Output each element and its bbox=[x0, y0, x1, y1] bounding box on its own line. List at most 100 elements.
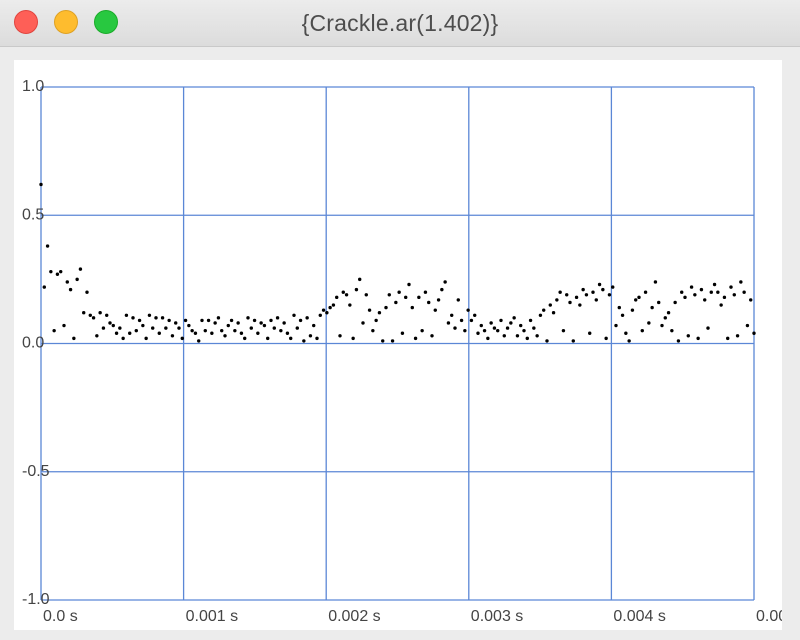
window-title: {Crackle.ar(1.402)} bbox=[301, 10, 499, 36]
data-point bbox=[420, 328, 424, 333]
data-point bbox=[430, 334, 434, 338]
data-point bbox=[213, 321, 217, 325]
data-point bbox=[374, 318, 378, 323]
data-point bbox=[177, 326, 181, 330]
data-point bbox=[482, 328, 487, 333]
data-point bbox=[62, 323, 66, 328]
data-point bbox=[693, 293, 697, 297]
data-point bbox=[492, 326, 497, 330]
data-point bbox=[220, 328, 224, 333]
data-point bbox=[459, 318, 464, 323]
data-point bbox=[739, 280, 743, 284]
data-point bbox=[170, 334, 175, 338]
data-point bbox=[305, 316, 309, 320]
data-point bbox=[259, 321, 263, 325]
data-point bbox=[676, 339, 681, 343]
data-point bbox=[443, 280, 447, 284]
data-point bbox=[410, 305, 414, 310]
data-point bbox=[699, 287, 704, 292]
data-point bbox=[210, 331, 214, 335]
data-point bbox=[157, 331, 161, 335]
data-point bbox=[604, 336, 608, 341]
data-point bbox=[594, 298, 598, 302]
data-point bbox=[45, 244, 50, 248]
data-point bbox=[272, 326, 276, 330]
data-point bbox=[407, 282, 411, 287]
data-point bbox=[400, 331, 405, 335]
data-point bbox=[361, 321, 365, 325]
data-point bbox=[703, 298, 707, 302]
data-point bbox=[144, 336, 148, 341]
data-point bbox=[262, 323, 267, 328]
data-point bbox=[367, 308, 372, 312]
data-point bbox=[683, 295, 687, 300]
data-point bbox=[82, 311, 86, 315]
data-point bbox=[522, 328, 526, 333]
data-point bbox=[292, 313, 296, 317]
data-point bbox=[59, 269, 63, 274]
data-point bbox=[742, 290, 746, 294]
data-point bbox=[745, 323, 750, 328]
data-point bbox=[614, 323, 618, 328]
data-point bbox=[680, 290, 684, 294]
data-point bbox=[78, 267, 83, 271]
data-point bbox=[354, 287, 359, 292]
data-point bbox=[279, 328, 283, 333]
data-point bbox=[344, 293, 349, 297]
data-point bbox=[88, 313, 92, 317]
data-point bbox=[440, 287, 444, 292]
data-point bbox=[187, 323, 191, 328]
crackle-plot: 1.0 0.5 0.0 -0.5 -1.00.0 s 0.001 s 0.002 s 0.00… bbox=[22, 78, 782, 625]
data-point bbox=[456, 298, 460, 302]
data-point bbox=[111, 323, 115, 328]
data-point bbox=[394, 300, 398, 305]
data-point bbox=[673, 300, 677, 305]
data-point bbox=[128, 331, 132, 335]
data-point bbox=[206, 318, 211, 323]
data-point bbox=[200, 318, 204, 323]
data-point bbox=[716, 290, 720, 294]
data-point bbox=[377, 311, 382, 315]
data-point bbox=[581, 287, 585, 292]
data-point bbox=[183, 318, 188, 323]
data-point bbox=[39, 182, 43, 187]
data-point bbox=[634, 298, 638, 302]
data-point bbox=[289, 336, 293, 341]
data-point bbox=[249, 326, 253, 330]
data-point bbox=[164, 326, 168, 330]
data-point bbox=[545, 339, 549, 343]
data-point bbox=[502, 334, 506, 338]
data-point bbox=[453, 326, 457, 330]
titlebar[interactable]: {Crackle.ar(1.402)} bbox=[0, 0, 800, 47]
data-point bbox=[706, 326, 710, 330]
data-point bbox=[466, 308, 470, 312]
data-point bbox=[515, 334, 520, 338]
data-point bbox=[640, 328, 644, 333]
data-point bbox=[298, 318, 303, 323]
data-point bbox=[325, 311, 329, 315]
data-point bbox=[561, 328, 566, 333]
data-point bbox=[512, 316, 516, 320]
data-point bbox=[384, 305, 388, 310]
data-point bbox=[601, 287, 605, 292]
data-point bbox=[243, 336, 247, 341]
data-point bbox=[137, 318, 142, 323]
data-point bbox=[174, 321, 178, 325]
data-point bbox=[131, 316, 135, 320]
data-point bbox=[331, 303, 336, 307]
data-point bbox=[75, 277, 79, 282]
data-point bbox=[525, 336, 529, 341]
data-point bbox=[338, 334, 342, 338]
data-point bbox=[42, 285, 46, 289]
data-point bbox=[193, 331, 198, 335]
data-point bbox=[486, 336, 490, 341]
data-point bbox=[351, 336, 355, 341]
data-point bbox=[578, 303, 582, 307]
data-point bbox=[154, 316, 158, 320]
data-point bbox=[643, 290, 648, 294]
data-point bbox=[52, 328, 56, 333]
data-point bbox=[160, 316, 165, 320]
data-point bbox=[239, 331, 244, 335]
data-point bbox=[417, 295, 421, 300]
data-point bbox=[479, 323, 483, 328]
